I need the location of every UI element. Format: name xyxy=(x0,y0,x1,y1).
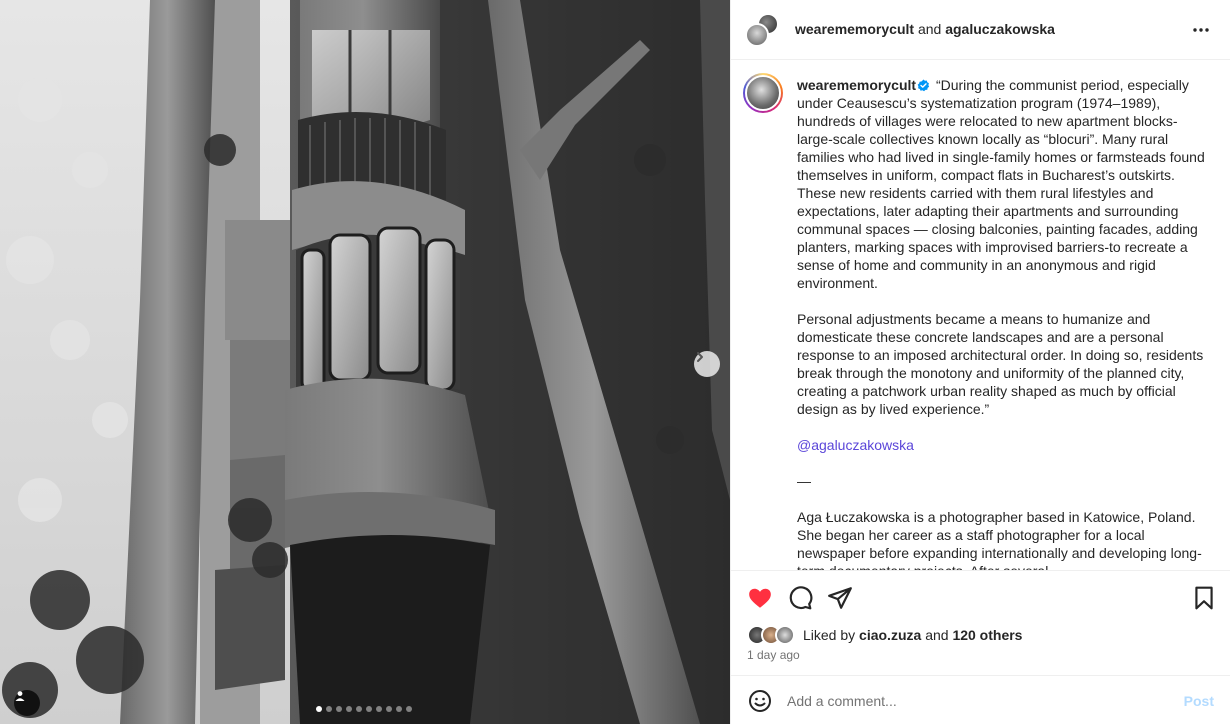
action-bar: Liked by ciao.zuza and 120 others 1 day … xyxy=(731,570,1230,674)
liked-by-others[interactable]: 120 others xyxy=(952,627,1022,643)
author-link[interactable]: agaluczakowska xyxy=(945,21,1055,37)
liked-by-and: and xyxy=(925,627,949,643)
author-link[interactable]: wearememorycult xyxy=(795,21,914,37)
liked-by-prefix: Liked by xyxy=(803,627,856,643)
avatar xyxy=(745,23,769,47)
comment-composer: Post xyxy=(731,675,1230,724)
carousel-dot xyxy=(396,706,402,712)
liker-avatars xyxy=(747,625,801,645)
avatar xyxy=(775,625,795,645)
caption-paragraph: Personal adjustments became a means to h… xyxy=(797,311,1204,417)
caption-divider: — xyxy=(797,473,811,489)
next-photo-button[interactable] xyxy=(694,351,720,377)
collab-authors: wearememorycult and agaluczakowska xyxy=(795,20,1055,38)
carousel-indicator xyxy=(316,706,412,712)
mention-link[interactable]: @agaluczakowska xyxy=(797,437,914,453)
likes-summary[interactable]: Liked by ciao.zuza and 120 others xyxy=(747,625,1022,645)
caption-username[interactable]: wearememorycult xyxy=(797,77,916,93)
carousel-dot xyxy=(336,706,342,712)
post-timestamp[interactable]: 1 day ago xyxy=(747,648,800,662)
comment-input[interactable] xyxy=(787,690,1147,712)
more-horizontal-icon xyxy=(1193,28,1209,32)
post-side-panel: wearememorycult and agaluczakowska weare… xyxy=(730,0,1230,724)
post-header: wearememorycult and agaluczakowska xyxy=(731,0,1230,60)
collab-avatars[interactable] xyxy=(745,13,781,47)
avatar[interactable] xyxy=(743,73,783,113)
more-options-button[interactable] xyxy=(1189,18,1213,42)
carousel-dot xyxy=(316,706,322,712)
carousel-dot xyxy=(376,706,382,712)
post-photo[interactable] xyxy=(0,0,730,724)
carousel-dot xyxy=(386,706,392,712)
carousel-dot xyxy=(366,706,372,712)
caption-paragraph: Aga Łuczakowska is a photographer based … xyxy=(797,509,1202,570)
caption-text: wearememorycult “During the communist pe… xyxy=(797,76,1207,570)
carousel-dot xyxy=(346,706,352,712)
author-joiner: and xyxy=(917,21,942,37)
carousel-dot xyxy=(406,706,412,712)
caption-section: wearememorycult “During the communist pe… xyxy=(731,61,1230,570)
chevron-right-icon xyxy=(697,352,703,362)
send-icon[interactable] xyxy=(827,585,853,611)
heart-filled-icon[interactable] xyxy=(747,585,773,611)
caption-paragraph: “During the communist period, especially… xyxy=(797,77,1205,291)
emoji-icon[interactable] xyxy=(748,689,772,713)
verified-badge-icon xyxy=(917,79,930,92)
carousel-dot xyxy=(356,706,362,712)
bookmark-icon[interactable] xyxy=(1191,585,1217,611)
carousel-dot xyxy=(326,706,332,712)
person-tag-icon xyxy=(15,691,25,701)
photo-image xyxy=(0,0,730,724)
tagged-people-button[interactable] xyxy=(14,690,40,716)
comment-icon[interactable] xyxy=(787,585,813,611)
post-comment-button[interactable]: Post xyxy=(1184,693,1214,709)
liked-by-user[interactable]: ciao.zuza xyxy=(859,627,921,643)
